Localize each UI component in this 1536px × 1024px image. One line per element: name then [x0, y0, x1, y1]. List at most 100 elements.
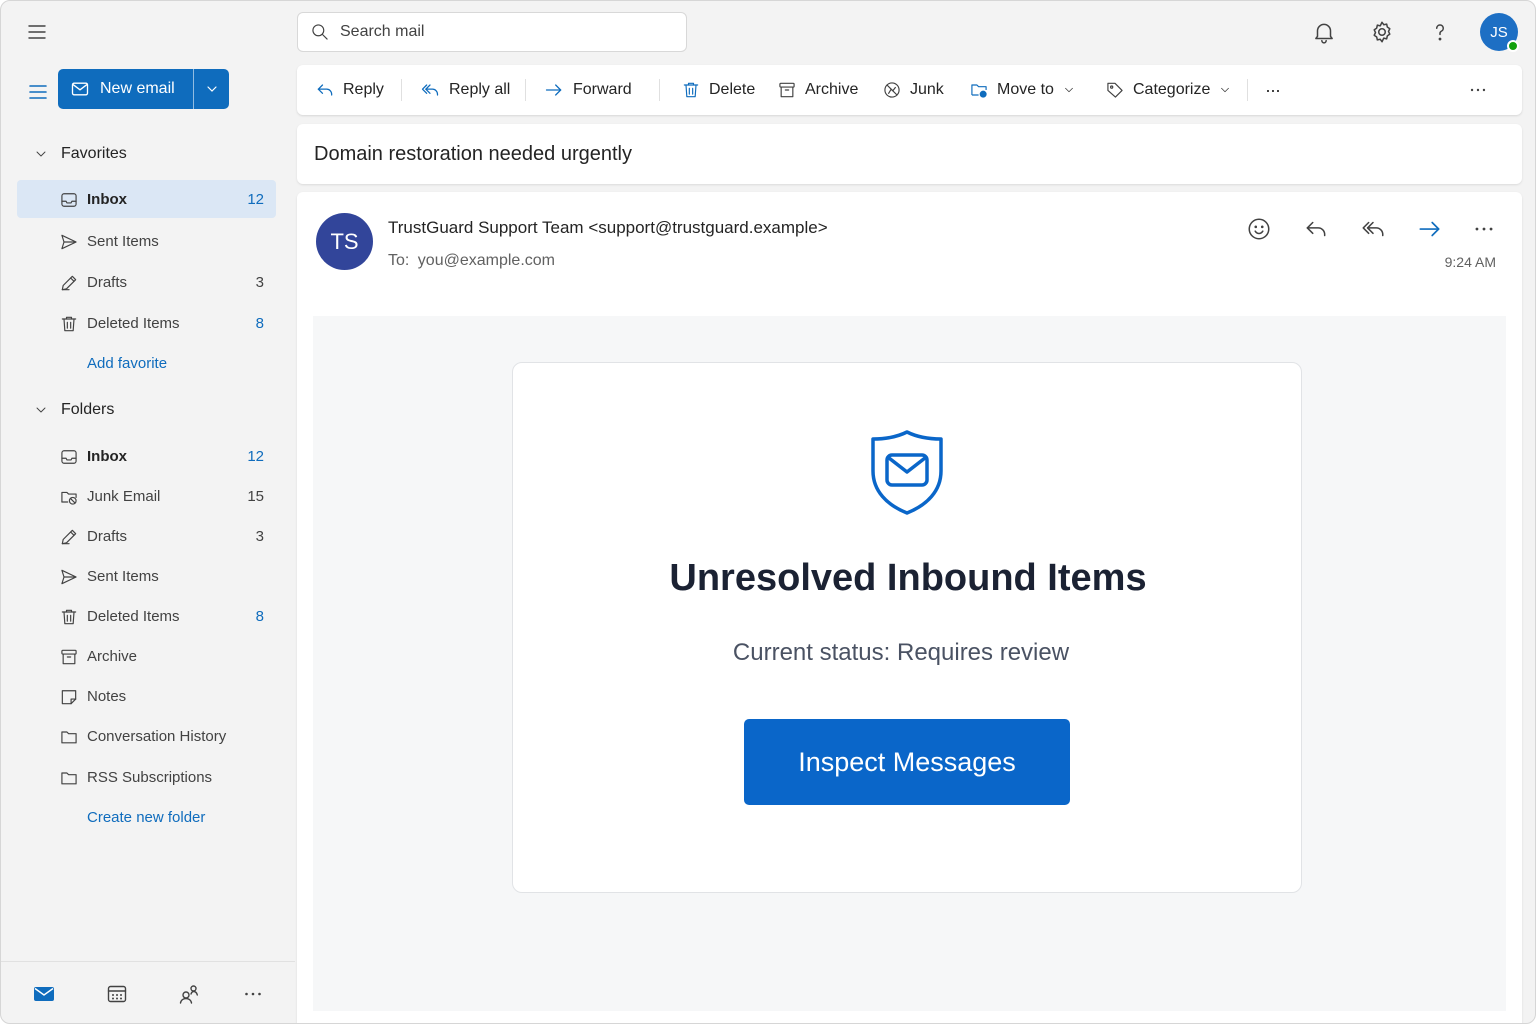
divider [525, 79, 526, 101]
folder-inbox[interactable]: Inbox 12 [17, 437, 276, 475]
delete-button[interactable]: Delete [681, 79, 755, 101]
inbox-icon [61, 193, 77, 207]
sender-avatar[interactable]: TS [316, 213, 373, 270]
reading-pane: TS TrustGuard Support Team <support@trus… [297, 192, 1522, 1023]
pencil-icon [61, 275, 77, 291]
people-icon[interactable] [177, 982, 201, 1006]
folder-deleted-items[interactable]: Deleted Items 8 [17, 597, 276, 635]
reply-icon[interactable] [1303, 216, 1329, 242]
more-apps-icon[interactable] [241, 982, 265, 1006]
favorite-sent-items[interactable]: Sent Items [17, 222, 276, 260]
nav-label: Junk Email [87, 487, 161, 505]
nav-label: Deleted Items [87, 314, 180, 332]
recipient-address[interactable]: you@example.com [418, 252, 555, 269]
new-email-main[interactable]: New email [58, 69, 193, 109]
reply-all-icon[interactable] [1360, 216, 1386, 242]
status-text: Current status: Requires review [732, 639, 1070, 666]
tag-icon [1107, 82, 1123, 98]
sender-name[interactable]: TrustGuard Support Team <support@trustgu… [388, 218, 828, 238]
new-email-dropdown[interactable] [193, 69, 229, 109]
archive-icon [779, 82, 795, 98]
unread-count: 8 [255, 314, 264, 332]
add-favorite-link[interactable]: Add favorite [87, 355, 167, 372]
favorite-inbox[interactable]: Inbox 12 [17, 180, 276, 218]
inspect-messages-button[interactable]: Inspect Messages [744, 719, 1070, 805]
trash-icon [683, 82, 699, 98]
reply-all-button[interactable]: Reply all [419, 79, 510, 101]
to-label: To: [388, 252, 410, 269]
forward-label: Forward [573, 81, 632, 98]
overflow-button[interactable] [1467, 79, 1497, 101]
nav-label: Inbox [87, 447, 127, 465]
favorite-drafts[interactable]: Drafts 3 [17, 263, 276, 301]
more-horizontal-icon [1470, 88, 1486, 92]
folder-rss-subscriptions[interactable]: RSS Subscriptions [17, 758, 276, 796]
divider [401, 79, 402, 101]
card-heading: Unresolved Inbound Items [669, 557, 1147, 599]
more-actions-button[interactable]: ··· [1265, 79, 1281, 101]
email-card: Unresolved Inbound Items Current status:… [512, 362, 1302, 893]
folders-header[interactable]: Folders [33, 401, 114, 419]
junk-label: Junk [910, 81, 944, 98]
app-launcher-icon[interactable] [25, 20, 49, 44]
help-icon[interactable] [1427, 19, 1453, 45]
received-time: 9:24 AM [1444, 254, 1496, 270]
chevron-down-icon [1065, 87, 1073, 93]
search-input[interactable] [340, 23, 660, 41]
more-label: ··· [1265, 79, 1281, 100]
nav-label: Sent Items [87, 567, 159, 585]
calendar-icon[interactable] [105, 982, 129, 1006]
archive-button[interactable]: Archive [777, 79, 858, 101]
create-new-folder-link[interactable]: Create new folder [87, 809, 205, 826]
folders-title: Folders [61, 401, 115, 418]
chevron-down-icon [1221, 87, 1230, 93]
chevron-down-icon [36, 407, 46, 413]
user-avatar[interactable]: JS [1480, 13, 1519, 52]
mail-icon [71, 82, 89, 96]
forward-icon[interactable] [1417, 216, 1443, 242]
junk-button[interactable]: Junk [882, 79, 944, 101]
reply-button[interactable]: Reply [315, 79, 384, 101]
new-email-button[interactable]: New email [58, 69, 229, 109]
junk-icon [884, 82, 900, 98]
divider [659, 79, 660, 101]
nav-label: Notes [87, 687, 127, 705]
archive-label: Archive [805, 81, 859, 98]
folder-icon [61, 731, 77, 744]
mail-app-icon[interactable] [32, 982, 56, 1006]
more-horizontal-icon[interactable] [1471, 216, 1497, 242]
favorites-title: Favorites [61, 145, 127, 162]
categorize-button[interactable]: Categorize [1105, 79, 1232, 101]
folder-junk-email[interactable]: Junk Email 15 [17, 477, 276, 515]
user-initials: JS [1490, 23, 1508, 41]
folder-archive[interactable]: Archive [17, 637, 276, 675]
folder-sent-items[interactable]: Sent Items [17, 557, 276, 595]
search-box[interactable] [297, 12, 687, 52]
email-body: Unresolved Inbound Items Current status:… [313, 316, 1506, 1011]
forward-button[interactable]: Forward [543, 79, 632, 101]
favorites-header[interactable]: Favorites [33, 145, 127, 163]
outlook-window: JS New email Favorites Inbox 12 [0, 0, 1536, 1024]
nav-label: Conversation History [87, 727, 227, 745]
junk-folder-icon [61, 491, 77, 505]
hamburger-icon[interactable] [26, 80, 50, 104]
item-count: 3 [255, 527, 264, 545]
nav-label: RSS Subscriptions [87, 768, 213, 786]
folder-notes[interactable]: Notes [17, 677, 276, 715]
gear-icon[interactable] [1369, 19, 1395, 45]
reply-label: Reply [343, 81, 384, 98]
folder-conversation-history[interactable]: Conversation History [17, 717, 276, 755]
item-count: 3 [255, 273, 264, 291]
folder-pane: New email Favorites Inbox 12 Sent Items … [1, 61, 295, 1023]
favorite-deleted-items[interactable]: Deleted Items 8 [17, 304, 276, 342]
recipient-line: To: you@example.com [388, 252, 555, 270]
bell-icon[interactable] [1311, 19, 1337, 45]
chevron-down-icon [206, 86, 217, 92]
folder-drafts[interactable]: Drafts 3 [17, 517, 276, 555]
emoji-reaction-icon[interactable] [1246, 216, 1272, 242]
unread-count: 8 [255, 607, 264, 625]
move-to-button[interactable]: Move to [969, 79, 1076, 101]
nav-label: Deleted Items [87, 607, 180, 625]
nav-label: Drafts [87, 527, 128, 545]
new-email-label: New email [100, 80, 175, 97]
